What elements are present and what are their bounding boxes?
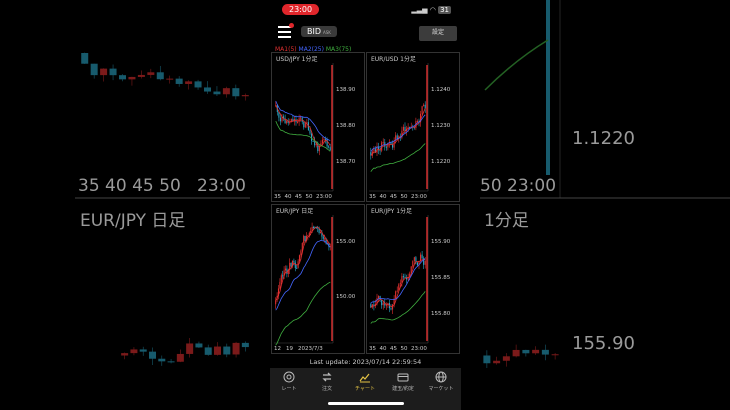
x-axis-label: 45 xyxy=(390,346,397,352)
top-bar: BID ASK 設定 xyxy=(270,22,461,46)
candlestick-chart: 155.00 150.00 12 19 2023/7/3 xyxy=(274,215,356,352)
position-icon xyxy=(397,373,409,382)
y-axis-label: 155.90 xyxy=(431,239,451,245)
y-axis-label: 138.90 xyxy=(336,87,356,93)
x-axis-label: 23:00 xyxy=(411,194,427,200)
bg-left-title: EUR/JPY 日足 xyxy=(80,211,186,231)
x-axis-label: 35 xyxy=(369,194,376,200)
bg-right-title: 1分足 xyxy=(484,211,529,231)
x-axis-label: 45 xyxy=(390,194,397,200)
x-axis-label: 19 xyxy=(286,346,293,352)
chart-grid: USD/JPY 1分足 138.90 138.80 138.70 35 40 45 50 23… xyxy=(271,52,460,354)
y-axis-label: 1.1230 xyxy=(431,123,451,129)
bg-right-ylabel-top: 1.1220 xyxy=(572,128,635,149)
candlestick-chart: 155.90 155.85 155.80 35 40 45 50 23:00 xyxy=(369,215,451,352)
phone-screen: 23:00 ▂▃▅ ◠ 31 BID ASK 設定 MA1(5) MA2(25) … xyxy=(270,0,461,410)
globe-icon xyxy=(435,371,447,383)
chart-panel-usdjpy-1min[interactable]: USD/JPY 1分足 138.90 138.80 138.70 35 40 45 50 23… xyxy=(271,52,365,202)
candlestick-chart: 138.90 138.80 138.70 35 40 45 50 23:00 xyxy=(274,63,356,200)
last-update-text: Last update: 2023/07/14 22:59:54 xyxy=(309,358,422,366)
x-axis-label: 2023/7/3 xyxy=(298,346,323,352)
tab-order[interactable]: 注文 xyxy=(308,371,346,392)
x-axis-label: 40 xyxy=(285,194,292,200)
x-axis-label: 12 xyxy=(274,346,281,352)
y-axis-label: 138.70 xyxy=(336,159,356,165)
y-axis-label: 155.80 xyxy=(431,311,451,317)
tab-rate[interactable]: レート xyxy=(270,371,308,392)
notification-dot-icon xyxy=(289,23,294,28)
x-axis-label: 45 xyxy=(295,194,302,200)
status-bar: 23:00 ▂▃▅ ◠ 31 xyxy=(270,0,461,22)
y-axis-label: 1.1220 xyxy=(431,159,451,165)
chart-panel-eurusd-1min[interactable]: EUR/USD 1分足 1.1240 1.1230 1.1220 35 40 45 50 23… xyxy=(366,52,460,202)
chart-icon xyxy=(359,373,370,383)
x-axis-label: 35 xyxy=(274,194,281,200)
order-icon xyxy=(322,372,332,382)
x-axis-label: 40 xyxy=(380,346,387,352)
x-axis-label: 50 xyxy=(401,346,408,352)
y-axis-label: 1.1240 xyxy=(431,87,451,93)
y-axis-label: 150.00 xyxy=(336,294,356,300)
x-axis-label: 50 xyxy=(306,194,313,200)
settings-button[interactable]: 設定 xyxy=(419,26,457,41)
bg-right-xlabel: 50 23:00 xyxy=(480,176,557,196)
y-axis-label: 155.00 xyxy=(336,239,356,245)
menu-icon[interactable] xyxy=(278,23,294,38)
status-time: 23:00 xyxy=(282,4,320,15)
home-indicator xyxy=(328,402,404,405)
candlestick-chart: 1.1240 1.1230 1.1220 35 40 45 50 23:00 xyxy=(369,63,451,200)
status-icons: ▂▃▅ ◠ 31 xyxy=(411,6,451,14)
x-axis-label: 50 xyxy=(401,194,408,200)
tab-market[interactable]: マーケット xyxy=(422,371,460,392)
battery-icon: 31 xyxy=(438,6,451,14)
bid-label: BID xyxy=(307,27,322,36)
bg-right-ylabel-bottom: 155.90 xyxy=(572,333,635,354)
chart-panel-eurjpy-daily[interactable]: EUR/JPY 日足 155.00 150.00 12 19 2023/7/3 xyxy=(271,204,365,354)
x-axis-label: 23:00 xyxy=(411,346,427,352)
bg-left-xlabels: 35 40 45 50 23:00 xyxy=(78,176,246,196)
tab-positions[interactable]: 建玉/約定 xyxy=(384,371,422,392)
wifi-icon: ◠ xyxy=(429,6,436,14)
x-axis-label: 35 xyxy=(369,346,376,352)
y-axis-label: 138.80 xyxy=(336,123,356,129)
x-axis-label: 40 xyxy=(380,194,387,200)
bid-ask-toggle[interactable]: BID ASK xyxy=(301,26,337,37)
tab-chart[interactable]: チャート xyxy=(346,371,384,392)
signal-icon: ▂▃▅ xyxy=(411,6,428,14)
ask-label: ASK xyxy=(323,30,331,35)
x-axis-label: 23:00 xyxy=(316,194,332,200)
rate-icon xyxy=(283,371,295,383)
y-axis-label: 155.85 xyxy=(431,275,451,281)
chart-panel-eurjpy-1min[interactable]: EUR/JPY 1分足 155.90 155.85 155.80 35 40 45 50 23… xyxy=(366,204,460,354)
